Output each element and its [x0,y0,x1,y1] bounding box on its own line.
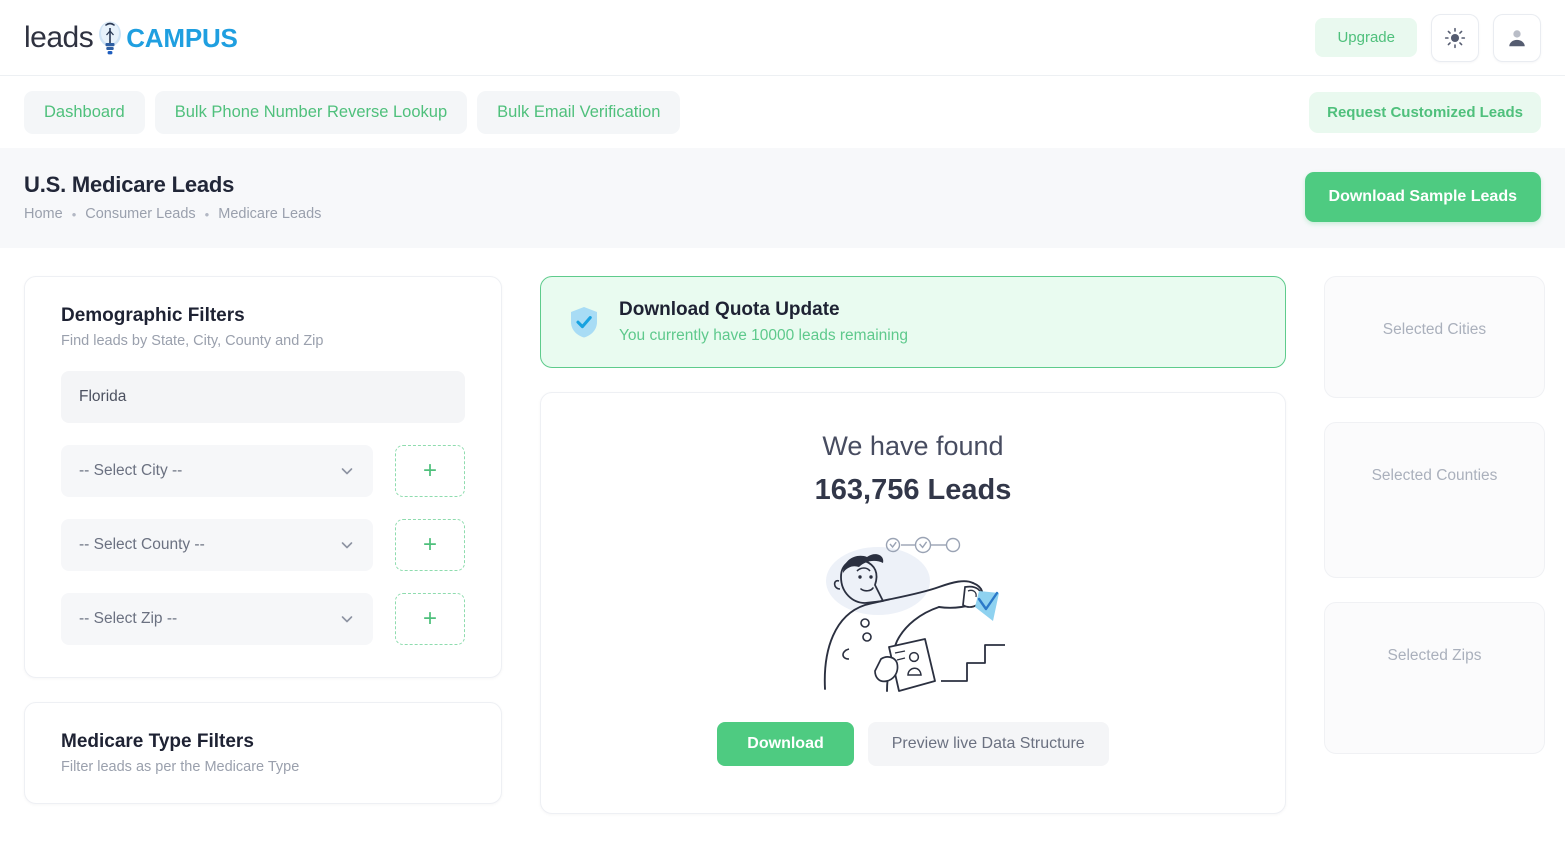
shield-check-icon [571,307,597,338]
filters-column: Demographic Filters Find leads by State,… [24,276,502,804]
county-field-row: -- Select County -- + [61,519,465,571]
nav-item-bulk-email-verification[interactable]: Bulk Email Verification [477,90,681,134]
selected-zips-panel[interactable]: Selected Zips [1324,602,1545,754]
breadcrumb-item-medicare-leads[interactable]: Medicare Leads [218,206,321,222]
medicare-type-filters-header: Medicare Type Filters Filter leads as pe… [25,703,501,803]
page-title: U.S. Medicare Leads [24,172,235,197]
medicare-type-filters-subtitle: Filter leads as per the Medicare Type [61,759,300,775]
account-button[interactable] [1493,13,1541,62]
results-body: We have found 163,756 Leads Download Pre… [541,393,1285,813]
zip-field-row: -- Select Zip -- + [61,593,465,645]
results-card: We have found 163,756 Leads Download Pre… [540,392,1286,814]
plus-icon: + [422,457,437,484]
results-lead-count: 163,756 Leads [814,474,1012,506]
demographic-filters-card: Demographic Filters Find leads by State,… [24,276,502,678]
selected-counties-label: Selected Counties [1371,467,1498,484]
breadcrumb-separator: • [71,206,77,222]
app-header: leads CAMPUS Upgrade [0,0,1565,76]
download-sample-leads-button[interactable]: Download Sample Leads [1304,172,1541,222]
breadcrumb-item-consumer-leads[interactable]: Consumer Leads [85,206,195,222]
person-with-document-illustration [823,536,1005,692]
medicare-type-filters-card: Medicare Type Filters Filter leads as pe… [24,702,502,804]
brand-name-left: leads [24,20,94,54]
add-county-button[interactable]: + [395,519,465,571]
selected-cities-label: Selected Cities [1382,321,1487,338]
upgrade-button[interactable]: Upgrade [1315,18,1417,57]
breadcrumb-separator: • [204,206,210,222]
demographic-filters-body: Florida -- Select City -- + -- Select Co… [25,349,501,677]
header-actions: Upgrade [1315,13,1541,62]
selected-items-column: Selected Cities Selected Counties Select… [1324,276,1545,754]
user-avatar-icon [1509,29,1525,46]
plus-icon: + [422,531,437,558]
medicare-type-filters-title: Medicare Type Filters [61,731,254,752]
download-quota-title: Download Quota Update [619,299,840,320]
city-field-row: -- Select City -- + [61,445,465,497]
download-quota-subtitle: You currently have 10000 leads remaining [619,327,908,344]
download-button[interactable]: Download [717,722,854,766]
request-customized-leads-button[interactable]: Request Customized Leads [1309,91,1541,133]
plus-icon: + [422,605,437,632]
selected-counties-panel[interactable]: Selected Counties [1324,422,1545,578]
demographic-filters-header: Demographic Filters Find leads by State,… [25,277,501,349]
results-actions: Download Preview live Data Structure [561,722,1265,766]
results-column: Download Quota Update You currently have… [540,276,1286,814]
download-quota-banner: Download Quota Update You currently have… [540,276,1286,368]
state-input[interactable]: Florida [61,371,465,423]
page-header-text: U.S. Medicare Leads Home • Consumer Lead… [24,172,321,222]
nav-item-bulk-phone-lookup[interactable]: Bulk Phone Number Reverse Lookup [154,90,468,134]
selected-cities-panel[interactable]: Selected Cities [1324,276,1545,398]
add-zip-button[interactable]: + [395,593,465,645]
brand-logo[interactable]: leads CAMPUS [24,19,238,57]
demographic-filters-subtitle: Find leads by State, City, County and Zi… [61,333,324,349]
lightbulb-icon [99,21,122,54]
results-headline: We have found [822,431,1004,461]
chevron-down-icon [339,611,355,627]
city-select-label: -- Select City -- [79,462,183,479]
chevron-down-icon [339,463,355,479]
sun-icon [1444,27,1466,48]
demographic-filters-title: Demographic Filters [61,305,245,326]
main-content: Demographic Filters Find leads by State,… [0,248,1565,814]
chevron-down-icon [339,537,355,553]
preview-data-structure-button[interactable]: Preview live Data Structure [867,722,1109,766]
add-city-button[interactable]: + [395,445,465,497]
state-field-row: Florida [61,371,465,423]
brand-name-right: CAMPUS [126,22,238,53]
nav-item-dashboard[interactable]: Dashboard [24,90,145,134]
selected-zips-label: Selected Zips [1387,647,1482,664]
breadcrumb-item-home[interactable]: Home [24,206,63,222]
breadcrumb: Home • Consumer Leads • Medicare Leads [24,206,321,222]
county-select-label: -- Select County -- [79,536,205,553]
theme-toggle-button[interactable] [1431,13,1479,62]
secondary-nav: Dashboard Bulk Phone Number Reverse Look… [0,76,1565,148]
zip-select-label: -- Select Zip -- [79,610,178,627]
zip-select[interactable]: -- Select Zip -- [61,593,373,645]
page-header-band: U.S. Medicare Leads Home • Consumer Lead… [0,148,1565,248]
county-select[interactable]: -- Select County -- [61,519,373,571]
download-quota-text: Download Quota Update You currently have… [619,299,908,345]
city-select[interactable]: -- Select City -- [61,445,373,497]
